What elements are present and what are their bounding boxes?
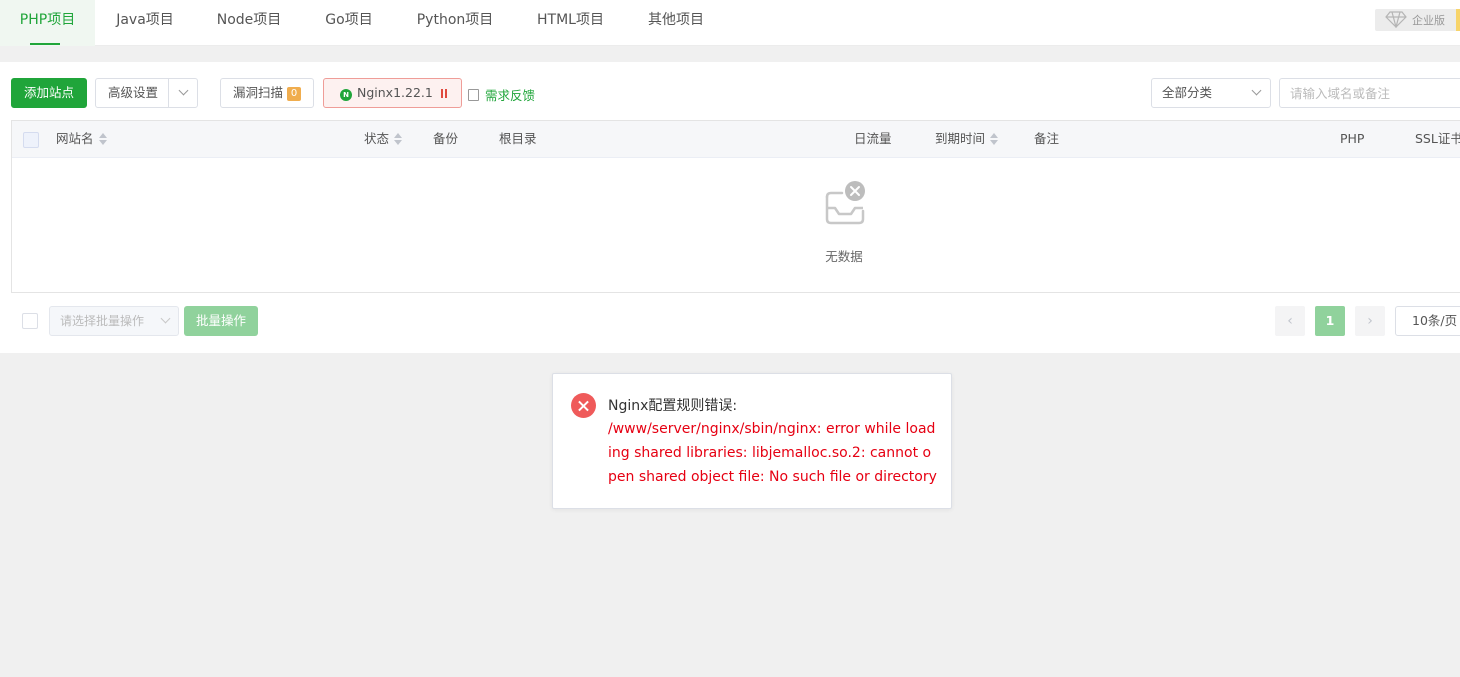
category-select[interactable]: 全部分类 (1151, 78, 1271, 108)
error-body: /www/server/nginx/sbin/nginx: error whil… (608, 421, 937, 485)
col-status[interactable]: 状态 (364, 121, 403, 157)
sort-icon (990, 133, 999, 145)
col-expire-time-label: 到期时间 (935, 131, 986, 146)
pause-icon (440, 80, 449, 108)
sort-icon (98, 133, 107, 145)
tab-other[interactable]: 其他项目 (626, 0, 726, 46)
tab-node[interactable]: Node项目 (195, 0, 303, 46)
chevron-down-icon (1251, 85, 1262, 96)
table-header: 网站名 状态 备份 根目录 日流量 到期时间 备注 PHP SSL证书 (12, 121, 1460, 158)
site-table: 网站名 状态 备份 根目录 日流量 到期时间 备注 PHP SSL证书 无数据 (11, 120, 1460, 293)
col-daily-traffic: 日流量 (854, 131, 892, 146)
empty-inbox-icon (822, 181, 868, 231)
nginx-icon: N (340, 89, 352, 101)
next-page-button[interactable]: › (1355, 306, 1385, 336)
col-php: PHP (1340, 131, 1365, 146)
tab-html[interactable]: HTML项目 (515, 0, 626, 46)
tab-java[interactable]: Java项目 (95, 0, 195, 46)
chevron-down-icon[interactable] (178, 85, 189, 96)
col-status-label: 状态 (364, 131, 390, 146)
col-root-dir: 根目录 (499, 131, 537, 146)
feedback-link[interactable]: 需求反馈 (468, 85, 535, 104)
enterprise-badge[interactable]: 企业版 (1375, 9, 1460, 31)
per-page-select[interactable]: 10条/页 (1395, 306, 1460, 336)
category-select-value: 全部分类 (1162, 85, 1213, 100)
chevron-down-icon (160, 313, 171, 324)
col-site-name[interactable]: 网站名 (56, 121, 107, 157)
enterprise-label: 企业版 (1412, 14, 1445, 27)
project-tabs: PHP项目 Java项目 Node项目 Go项目 Python项目 HTML项目… (0, 0, 1460, 46)
col-expire-time[interactable]: 到期时间 (935, 121, 999, 157)
batch-operation-select[interactable]: 请选择批量操作 (49, 306, 179, 336)
nginx-status-button[interactable]: N Nginx1.22.1 (323, 78, 462, 108)
edit-icon (468, 89, 479, 101)
site-panel: 添加站点 高级设置 漏洞扫描0 N Nginx1.22.1 需求反馈 全部分类 网… (0, 62, 1460, 353)
col-site-name-label: 网站名 (56, 131, 94, 146)
sort-icon (394, 133, 403, 145)
tab-python[interactable]: Python项目 (395, 0, 515, 46)
split-divider (168, 79, 169, 107)
nginx-version-label: Nginx1.22.1 (357, 85, 433, 100)
enterprise-edge (1456, 9, 1460, 31)
tab-go[interactable]: Go项目 (303, 0, 395, 46)
empty-text: 无数据 (825, 249, 863, 264)
feedback-label: 需求反馈 (485, 88, 536, 103)
advanced-settings-button[interactable]: 高级设置 (95, 78, 198, 108)
prev-page-button[interactable]: ‹ (1275, 306, 1305, 336)
page-1-button[interactable]: 1 (1315, 306, 1345, 336)
error-icon (571, 393, 596, 418)
batch-operation-button[interactable]: 批量操作 (184, 306, 258, 336)
vuln-count-badge: 0 (287, 87, 302, 101)
batch-select-placeholder: 请选择批量操作 (60, 314, 145, 328)
error-message-box: Nginx配置规则错误: /www/server/nginx/sbin/ngin… (552, 373, 952, 509)
diamond-icon (1385, 10, 1407, 31)
tab-php[interactable]: PHP项目 (0, 0, 95, 46)
vuln-scan-label: 漏洞扫描 (233, 85, 284, 100)
error-title: Nginx配置规则错误: (608, 398, 738, 414)
search-input[interactable] (1279, 78, 1460, 108)
select-all-checkbox[interactable] (23, 132, 39, 148)
vuln-scan-button[interactable]: 漏洞扫描 0 (220, 78, 315, 108)
col-backup: 备份 (433, 131, 459, 146)
advanced-settings-label: 高级设置 (108, 85, 159, 100)
col-ssl: SSL证书 (1415, 131, 1460, 146)
add-site-button[interactable]: 添加站点 (11, 78, 88, 108)
footer-select-all-checkbox[interactable] (22, 313, 38, 329)
col-remark: 备注 (1034, 131, 1060, 146)
empty-state: 无数据 (12, 158, 1460, 292)
